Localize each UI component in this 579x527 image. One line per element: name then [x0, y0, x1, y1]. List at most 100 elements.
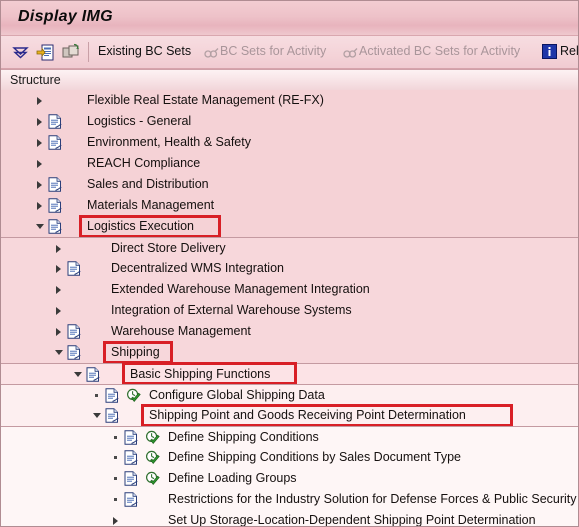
documentation-icon[interactable]	[48, 114, 62, 129]
expand-arrow-icon[interactable]	[56, 286, 61, 294]
documentation-icon[interactable]	[67, 261, 81, 276]
leaf-bullet-icon	[114, 498, 117, 501]
tree-row[interactable]: Shipping	[1, 342, 578, 363]
existing-bc-sets-button[interactable]: Existing BC Sets	[98, 44, 191, 58]
display-documentation-icon[interactable]	[36, 43, 55, 62]
documentation-icon[interactable]	[124, 430, 138, 445]
tree-row[interactable]: Decentralized WMS Integration	[1, 258, 578, 279]
expand-arrow-icon[interactable]	[37, 181, 42, 189]
bc-set-icon	[343, 45, 358, 59]
expand-arrow-icon[interactable]	[56, 328, 61, 336]
documentation-icon[interactable]	[124, 492, 138, 507]
documentation-icon[interactable]	[105, 408, 119, 423]
release-notes-button[interactable]: Rele	[560, 44, 578, 58]
display-img-window: Display IMG Existing BC Sets BC Sets for…	[0, 0, 579, 527]
leaf-bullet-icon	[114, 436, 117, 439]
documentation-icon[interactable]	[86, 367, 100, 382]
expand-arrow-icon[interactable]	[37, 160, 42, 168]
collapse-arrow-icon[interactable]	[55, 350, 63, 355]
tree-row-label: Integration of External Warehouse System…	[111, 303, 352, 317]
documentation-icon[interactable]	[67, 324, 81, 339]
tree-row-label: Configure Global Shipping Data	[149, 388, 325, 402]
tree-row[interactable]: Sales and Distribution	[1, 174, 578, 195]
tree-row-label: Define Loading Groups	[168, 471, 297, 485]
collapse-arrow-icon[interactable]	[74, 372, 82, 377]
documentation-icon[interactable]	[67, 345, 81, 360]
img-structure-tree[interactable]: Flexible Real Estate Management (RE-FX) L…	[1, 90, 578, 526]
documentation-icon[interactable]	[48, 177, 62, 192]
tree-row[interactable]: Environment, Health & Safety	[1, 132, 578, 153]
documentation-icon[interactable]	[105, 388, 119, 403]
tree-row[interactable]: Set Up Storage-Location-Dependent Shippi…	[1, 510, 578, 526]
bc-set-icon	[204, 45, 219, 59]
tree-row-label: Define Shipping Conditions	[168, 430, 319, 444]
leaf-bullet-icon	[114, 477, 117, 480]
tree-row-label: Shipping Point and Goods Receiving Point…	[149, 408, 466, 422]
structure-column-header: Structure	[1, 69, 578, 92]
documentation-icon[interactable]	[48, 135, 62, 150]
tree-row-label: Environment, Health & Safety	[87, 135, 251, 149]
tree-row-label: Shipping	[111, 345, 160, 359]
tree-row-label: Logistics Execution	[87, 219, 195, 233]
tree-row-label: Basic Shipping Functions	[130, 367, 271, 381]
tree-row[interactable]: Extended Warehouse Management Integratio…	[1, 279, 578, 300]
tree-row[interactable]: Integration of External Warehouse System…	[1, 300, 578, 321]
tree-row[interactable]: Shipping Point and Goods Receiving Point…	[1, 405, 578, 426]
tree-row-label: Direct Store Delivery	[111, 241, 226, 255]
tree-row[interactable]: Logistics Execution	[1, 216, 578, 237]
info-icon[interactable]	[542, 44, 557, 59]
tree-row-label: Decentralized WMS Integration	[111, 261, 284, 275]
leaf-bullet-icon	[114, 456, 117, 459]
expand-arrow-icon[interactable]	[37, 202, 42, 210]
bc-sets-for-activity-button[interactable]: BC Sets for Activity	[220, 44, 326, 58]
page-title: Display IMG	[18, 8, 113, 25]
toolbar: Existing BC Sets BC Sets for Activity Ac…	[1, 36, 578, 69]
documentation-icon[interactable]	[48, 219, 62, 234]
expand-arrow-icon[interactable]	[56, 307, 61, 315]
window-title-bar: Display IMG	[1, 1, 578, 36]
tree-row-label: Define Shipping Conditions by Sales Docu…	[168, 450, 461, 464]
documentation-icon[interactable]	[124, 471, 138, 486]
leaf-bullet-icon	[95, 394, 98, 397]
activated-bc-sets-for-activity-button[interactable]: Activated BC Sets for Activity	[359, 44, 520, 58]
img-activity-icon[interactable]	[145, 450, 160, 465]
tree-row[interactable]: Define Shipping Conditions by Sales Docu…	[1, 447, 578, 468]
expand-arrow-icon[interactable]	[113, 517, 118, 525]
tree-row-label: REACH Compliance	[87, 156, 201, 170]
tree-row-label: Flexible Real Estate Management (RE-FX)	[87, 93, 324, 107]
tree-row-label: Extended Warehouse Management Integratio…	[111, 282, 370, 296]
collapse-arrow-icon[interactable]	[36, 224, 44, 229]
documentation-icon[interactable]	[124, 450, 138, 465]
tree-row[interactable]: Configure Global Shipping Data	[1, 384, 578, 405]
tree-row-label: Warehouse Management	[111, 324, 251, 338]
tree-row[interactable]: Direct Store Delivery	[1, 237, 578, 258]
tree-row[interactable]: Materials Management	[1, 195, 578, 216]
tree-row[interactable]: Restrictions for the Industry Solution f…	[1, 489, 578, 510]
structure-column-label: Structure	[10, 73, 61, 87]
img-activity-icon[interactable]	[145, 430, 160, 445]
documentation-icon[interactable]	[48, 198, 62, 213]
img-activity-icon[interactable]	[126, 388, 141, 403]
expand-arrow-icon[interactable]	[37, 118, 42, 126]
tree-row-label: Set Up Storage-Location-Dependent Shippi…	[168, 513, 536, 526]
tree-row-label: Restrictions for the Industry Solution f…	[168, 492, 577, 506]
tree-row-label: Logistics - General	[87, 114, 192, 128]
tree-row[interactable]: REACH Compliance	[1, 153, 578, 174]
img-activity-icon[interactable]	[145, 471, 160, 486]
expand-subtree-icon[interactable]	[11, 43, 30, 62]
tree-row[interactable]: Warehouse Management	[1, 321, 578, 342]
collapse-arrow-icon[interactable]	[93, 413, 101, 418]
toolbar-separator	[88, 42, 89, 62]
tree-row[interactable]: Define Loading Groups	[1, 468, 578, 489]
expand-arrow-icon[interactable]	[37, 139, 42, 147]
tree-row[interactable]: Basic Shipping Functions	[1, 363, 578, 384]
tree-row[interactable]: Logistics - General	[1, 111, 578, 132]
tree-row-label: Materials Management	[87, 198, 215, 212]
copy-structure-icon[interactable]	[61, 43, 80, 62]
tree-row[interactable]: Define Shipping Conditions	[1, 426, 578, 447]
tree-row-label: Sales and Distribution	[87, 177, 209, 191]
expand-arrow-icon[interactable]	[56, 245, 61, 253]
tree-row[interactable]: Flexible Real Estate Management (RE-FX)	[1, 90, 578, 111]
expand-arrow-icon[interactable]	[56, 265, 61, 273]
expand-arrow-icon[interactable]	[37, 97, 42, 105]
